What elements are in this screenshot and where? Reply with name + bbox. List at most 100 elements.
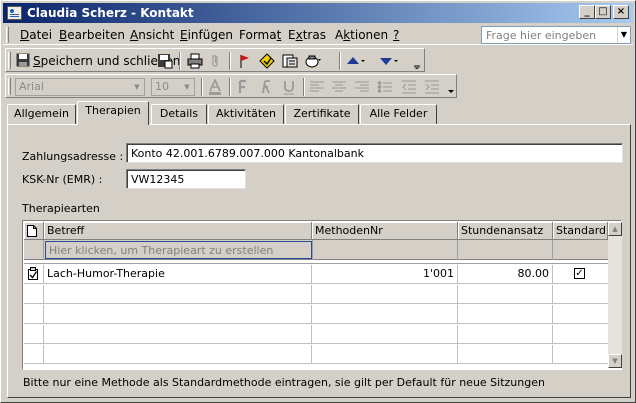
- menu-extras[interactable]: Extras: [288, 28, 326, 42]
- hourly-rate-column-header[interactable]: Stundenansatz: [458, 222, 553, 240]
- subject-column-header[interactable]: Betreff: [44, 222, 312, 240]
- default-checkbox[interactable]: ✓: [574, 268, 585, 279]
- new-item-row[interactable]: Hier klicken, um Therapieart zu erstelle…: [24, 240, 608, 260]
- empty-cell: [312, 325, 458, 344]
- new-item-cell: [24, 240, 44, 260]
- therapy-types-grid[interactable]: Betreff MethodenNr Stundenansatz Standar…: [22, 220, 622, 370]
- address-card-icon[interactable]: [282, 53, 298, 69]
- tab-aktivitaeten[interactable]: Aktivitäten: [208, 104, 284, 124]
- ksk-number-input[interactable]: VW12345: [126, 169, 246, 189]
- table-row[interactable]: Lach-Humor-Therapie 1'001 80.00 ✓: [24, 265, 608, 284]
- empty-cell: [24, 285, 44, 304]
- toolbar-separator: [179, 52, 181, 70]
- empty-cell: [312, 285, 458, 304]
- new-therapy-input[interactable]: Hier klicken, um Therapieart zu erstelle…: [45, 241, 312, 259]
- empty-cell: [312, 305, 458, 324]
- tab-allgemein[interactable]: Allgemein: [7, 104, 76, 124]
- item-type-column-header[interactable]: [24, 222, 44, 240]
- contact-window: Claudia Scherz - Kontakt _ □ × Datei Bea…: [0, 0, 636, 403]
- toolbar-separator: [229, 52, 231, 70]
- empty-cell: [458, 285, 553, 304]
- menu-format[interactable]: Format: [239, 28, 281, 42]
- subject-cell[interactable]: Lach-Humor-Therapie: [44, 265, 312, 284]
- save-as-icon[interactable]: [157, 53, 173, 69]
- italic-icon[interactable]: [258, 79, 274, 95]
- font-name-value: Arial: [19, 80, 44, 93]
- close-button[interactable]: ×: [613, 5, 629, 19]
- toolbar-grip[interactable]: [8, 78, 11, 95]
- chevron-down-icon[interactable]: ▼: [131, 80, 143, 94]
- call-phone-icon[interactable]: [304, 53, 321, 69]
- menu-bearbeiten[interactable]: Bearbeiten: [59, 28, 125, 42]
- font-size-select[interactable]: 10 ▼: [151, 78, 195, 96]
- menu-einfuegen[interactable]: Einfügen: [180, 28, 233, 42]
- categories-icon[interactable]: [259, 53, 275, 69]
- toolbar-grip[interactable]: [8, 52, 11, 69]
- task-checkmark-icon: [28, 267, 38, 280]
- align-left-icon[interactable]: [309, 79, 325, 95]
- empty-cell: [24, 345, 44, 364]
- menu-datei[interactable]: Datei: [20, 28, 52, 42]
- align-right-icon[interactable]: [354, 79, 370, 95]
- empty-cell: [458, 325, 553, 344]
- title-bar[interactable]: Claudia Scherz - Kontakt _ □ ×: [3, 3, 633, 23]
- help-search-input[interactable]: Frage hier eingeben ▼: [481, 26, 631, 44]
- contact-card-icon[interactable]: [7, 6, 22, 20]
- new-item-cell: [312, 240, 458, 260]
- align-center-icon[interactable]: [331, 79, 347, 95]
- window-title: Claudia Scherz - Kontakt: [27, 6, 194, 20]
- empty-cell: [458, 305, 553, 324]
- font-name-select[interactable]: Arial ▼: [15, 78, 145, 96]
- document-icon: [27, 225, 37, 237]
- tab-details[interactable]: Details: [151, 104, 207, 124]
- save-disk-icon: [15, 53, 31, 69]
- menu-grip[interactable]: [6, 27, 9, 43]
- bold-icon[interactable]: [235, 79, 251, 95]
- menu-help[interactable]: ?: [393, 28, 399, 42]
- minimize-button[interactable]: _: [579, 5, 595, 19]
- default-column-header[interactable]: Standard: [553, 222, 608, 240]
- method-number-column-header[interactable]: MethodenNr: [312, 222, 458, 240]
- empty-cell: [24, 325, 44, 344]
- previous-item-arrow-icon[interactable]: [346, 53, 365, 69]
- default-method-hint: Bitte nur eine Methode als Standardmetho…: [23, 376, 545, 389]
- table-row: [24, 285, 608, 304]
- scroll-down-icon[interactable]: ▼: [608, 354, 622, 368]
- new-item-cell: [458, 240, 553, 260]
- scroll-up-icon[interactable]: ▲: [608, 222, 622, 236]
- item-type-cell: [24, 265, 44, 284]
- bullets-icon[interactable]: [377, 79, 393, 95]
- maximize-button[interactable]: □: [595, 5, 611, 19]
- empty-cell: [44, 305, 312, 324]
- payment-address-label: Zahlungsadresse :: [22, 150, 124, 163]
- decrease-indent-icon[interactable]: [401, 79, 417, 95]
- tab-zertifikate[interactable]: Zertifikate: [285, 104, 359, 124]
- empty-cell: [44, 345, 312, 364]
- grid-body: Betreff MethodenNr Stundenansatz Standar…: [24, 222, 608, 368]
- empty-cell: [312, 345, 458, 364]
- menu-aktionen[interactable]: Aktionen: [335, 28, 388, 42]
- next-item-arrow-icon[interactable]: [379, 53, 398, 69]
- empty-cell: [24, 305, 44, 324]
- hourly-rate-cell[interactable]: 80.00: [458, 265, 553, 284]
- underline-icon[interactable]: [281, 79, 297, 95]
- toolbar-options-chevron-icon[interactable]: [409, 53, 425, 69]
- vertical-scrollbar[interactable]: ▲ ▼: [608, 222, 622, 368]
- payment-address-input[interactable]: Konto 42.001.6789.007.000 Kantonalbank: [126, 143, 623, 163]
- table-row: [24, 345, 608, 364]
- therapy-types-label: Therapiearten: [22, 202, 100, 215]
- menu-ansicht[interactable]: Ansicht: [130, 28, 174, 42]
- attach-paperclip-icon[interactable]: [207, 53, 223, 69]
- print-icon[interactable]: [187, 53, 203, 69]
- toolbar-options-chevron-icon[interactable]: [443, 79, 459, 95]
- font-color-icon[interactable]: [207, 78, 223, 95]
- increase-indent-icon[interactable]: [424, 79, 440, 95]
- tab-alle-felder[interactable]: Alle Felder: [360, 104, 437, 124]
- chevron-down-icon[interactable]: ▼: [181, 80, 193, 94]
- method-number-cell[interactable]: 1'001: [312, 265, 458, 284]
- tab-therapien[interactable]: Therapien: [77, 101, 149, 125]
- follow-up-flag-icon[interactable]: [237, 53, 253, 69]
- formatting-toolbar: Arial ▼ 10 ▼: [5, 74, 457, 98]
- chevron-down-icon[interactable]: ▼: [617, 27, 630, 43]
- toolbar-separator: [201, 78, 203, 96]
